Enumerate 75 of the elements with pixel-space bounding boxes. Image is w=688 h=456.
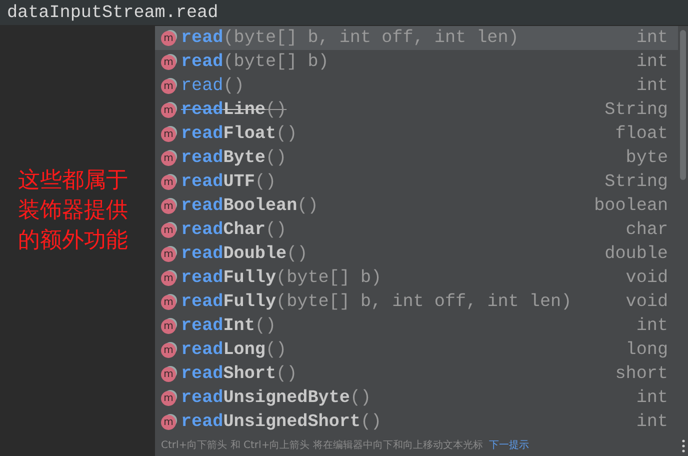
method-icon: m bbox=[161, 198, 176, 214]
method-name: readUnsignedByte() bbox=[181, 388, 372, 408]
return-type: boolean bbox=[594, 196, 668, 216]
method-icon: m bbox=[161, 54, 176, 70]
method-icon: m bbox=[161, 150, 176, 166]
method-icon: m bbox=[161, 318, 176, 334]
return-type: String bbox=[604, 172, 668, 192]
completion-item[interactable]: m readChar() char bbox=[155, 218, 678, 242]
method-name: readFloat() bbox=[181, 124, 298, 144]
return-type: int bbox=[636, 412, 668, 432]
next-tip-link[interactable]: 下一提示 bbox=[488, 438, 529, 452]
return-type: short bbox=[615, 364, 668, 384]
method-name: readChar() bbox=[181, 220, 287, 240]
annotation-text: 装饰器提供 bbox=[18, 197, 129, 225]
method-name: readLong() bbox=[181, 340, 287, 360]
method-icon: m bbox=[161, 78, 176, 94]
completion-item[interactable]: m readFully(byte[] b, int off, int len) void bbox=[155, 290, 678, 314]
return-type: int bbox=[636, 76, 668, 96]
completion-item[interactable]: m readFully(byte[] b) void bbox=[155, 266, 678, 290]
method-name: readUTF() bbox=[181, 172, 276, 192]
method-icon: m bbox=[161, 342, 176, 358]
return-type: int bbox=[636, 28, 668, 48]
completion-item[interactable]: m readByte() byte bbox=[155, 146, 678, 170]
completion-item[interactable]: m readShort() short bbox=[155, 362, 678, 386]
return-type: void bbox=[626, 292, 668, 312]
method-name: readBoolean() bbox=[181, 196, 318, 216]
method-icon: m bbox=[161, 246, 176, 262]
method-name: read() bbox=[181, 76, 244, 96]
return-type: int bbox=[636, 52, 668, 72]
method-icon: m bbox=[161, 126, 176, 142]
method-icon: m bbox=[161, 390, 176, 406]
method-name: readInt() bbox=[181, 316, 276, 336]
completion-item[interactable]: m readLine() String bbox=[155, 98, 678, 122]
method-icon: m bbox=[161, 366, 176, 382]
method-name: readLine() bbox=[181, 100, 287, 120]
hint-text: Ctrl+向下箭头 和 Ctrl+向上箭头 将在编辑器中向下和向上移动文本光标 bbox=[161, 438, 483, 452]
return-type: double bbox=[604, 244, 668, 264]
completion-item[interactable]: m read() int bbox=[155, 74, 678, 98]
completion-item[interactable]: m readUnsignedByte() int bbox=[155, 386, 678, 410]
completion-item[interactable]: m readUnsignedShort() int bbox=[155, 410, 678, 434]
annotation-text: 的额外功能 bbox=[18, 227, 129, 255]
method-name: readUnsignedShort() bbox=[181, 412, 382, 432]
annotation-text: 这些都属于 bbox=[18, 167, 129, 195]
method-name: readFully(byte[] b, int off, int len) bbox=[181, 292, 572, 312]
scrollbar[interactable] bbox=[680, 30, 686, 180]
completion-item[interactable]: m read(byte[] b) int bbox=[155, 50, 678, 74]
completion-item[interactable]: m readBoolean() boolean bbox=[155, 194, 678, 218]
completion-item[interactable]: m readFloat() float bbox=[155, 122, 678, 146]
method-name: readDouble() bbox=[181, 244, 308, 264]
return-type: void bbox=[626, 268, 668, 288]
method-icon: m bbox=[161, 222, 176, 238]
return-type: float bbox=[615, 124, 668, 144]
method-icon: m bbox=[161, 174, 176, 190]
method-icon: m bbox=[161, 414, 176, 430]
return-type: long bbox=[626, 340, 668, 360]
return-type: String bbox=[604, 100, 668, 120]
method-icon: m bbox=[161, 102, 176, 118]
method-icon: m bbox=[161, 294, 176, 310]
completion-item[interactable]: m readInt() int bbox=[155, 314, 678, 338]
completion-item[interactable]: m readDouble() double bbox=[155, 242, 678, 266]
completion-item[interactable]: m readLong() long bbox=[155, 338, 678, 362]
method-name: read(byte[] b, int off, int len) bbox=[181, 28, 519, 48]
method-icon: m bbox=[161, 30, 176, 46]
completion-item[interactable]: m readUTF() String bbox=[155, 170, 678, 194]
more-icon[interactable] bbox=[682, 439, 685, 453]
method-name: readFully(byte[] b) bbox=[181, 268, 382, 288]
return-type: int bbox=[636, 388, 668, 408]
method-name: readShort() bbox=[181, 364, 298, 384]
return-type: char bbox=[626, 220, 668, 240]
return-type: int bbox=[636, 316, 668, 336]
method-name: readByte() bbox=[181, 148, 287, 168]
return-type: byte bbox=[626, 148, 668, 168]
method-icon: m bbox=[161, 270, 176, 286]
method-name: read(byte[] b) bbox=[181, 52, 329, 72]
completion-item[interactable]: m read(byte[] b, int off, int len) int bbox=[155, 26, 678, 50]
